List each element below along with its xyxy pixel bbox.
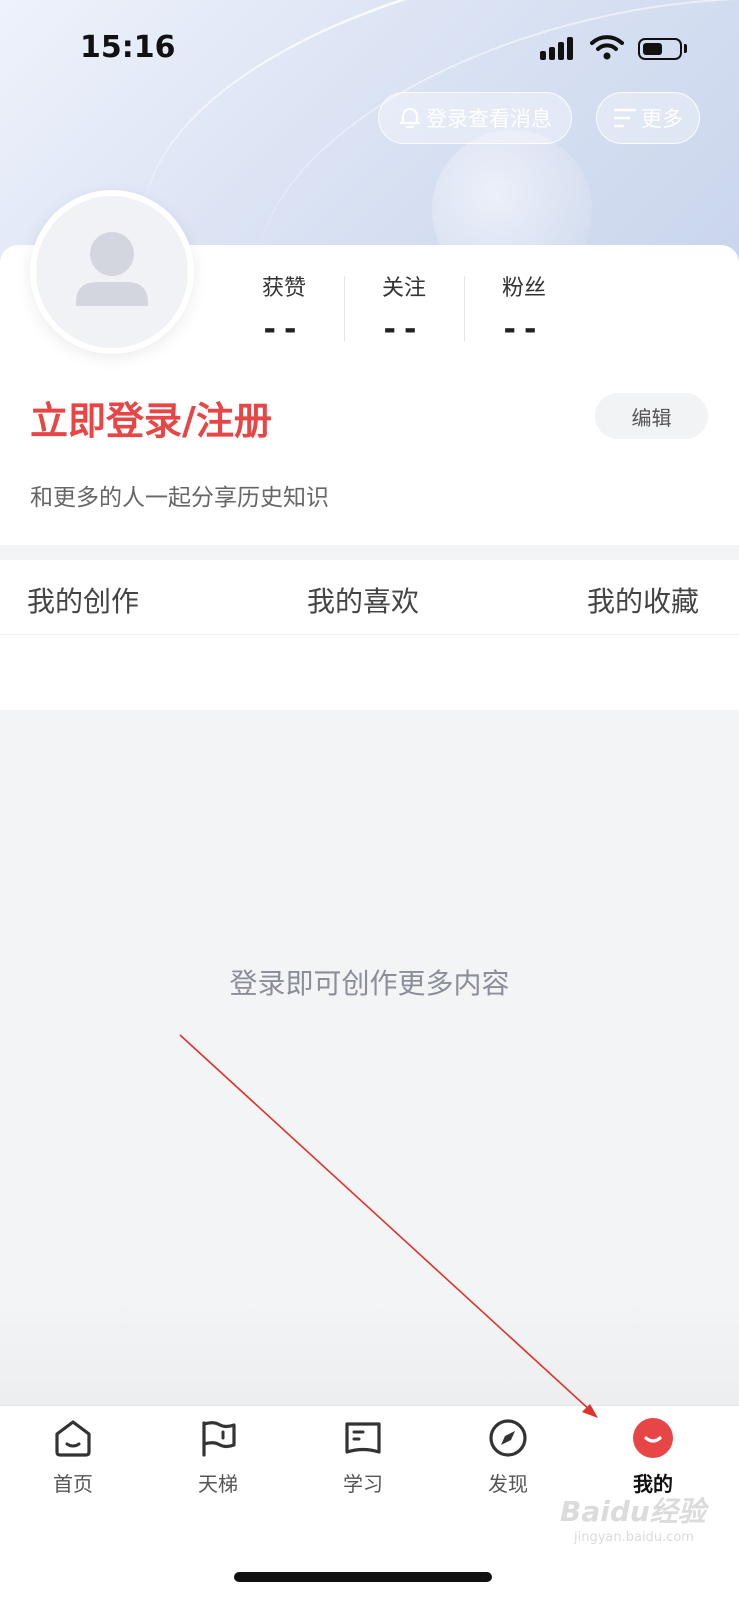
edit-button[interactable]: 编辑 [595, 393, 708, 439]
tab-my-likes[interactable]: 我的喜欢 [307, 580, 419, 620]
avatar[interactable] [30, 190, 194, 354]
bell-icon [399, 107, 421, 129]
login-messages-button[interactable]: 登录查看消息 [378, 92, 572, 144]
stat-label: 获赞 [261, 276, 306, 301]
content-area [0, 710, 739, 1405]
tab-label: 天梯 [198, 1472, 238, 1496]
stat-value: -- [263, 312, 305, 347]
profile-icon [633, 1418, 673, 1458]
status-time: 15:16 [80, 30, 176, 65]
tab-mine[interactable]: 我的 [608, 1416, 698, 1497]
more-button[interactable]: 更多 [596, 92, 700, 144]
empty-state-text: 登录即可创作更多内容 [229, 967, 510, 1000]
stat-likes[interactable]: 获赞 -- [224, 270, 344, 347]
home-indicator[interactable] [234, 1572, 492, 1582]
login-register-link[interactable]: 立即登录/注册 [30, 390, 272, 445]
stat-following[interactable]: 关注 -- [344, 270, 464, 347]
tab-home[interactable]: 首页 [28, 1416, 118, 1497]
watermark-brand: Baidu经验 [560, 1495, 706, 1528]
default-avatar-icon [76, 232, 148, 306]
tab-study[interactable]: 学习 [318, 1416, 408, 1497]
stat-value: -- [503, 312, 545, 347]
battery-icon [638, 38, 682, 60]
menu-icon [613, 108, 637, 128]
home-icon [55, 1420, 91, 1457]
cellular-signal-icon [540, 36, 576, 60]
tab-ladder[interactable]: 天梯 [173, 1416, 263, 1497]
tab-label: 首页 [53, 1472, 93, 1496]
more-label: 更多 [641, 107, 683, 131]
battery-tip [684, 44, 687, 53]
tab-my-favorites[interactable]: 我的收藏 [587, 580, 699, 620]
stat-fans[interactable]: 粉丝 -- [464, 270, 584, 347]
book-icon [345, 1422, 381, 1454]
compass-icon [489, 1419, 527, 1457]
watermark-logo: Baidu经验 jingyan.baidu.com [560, 1488, 710, 1558]
stat-value: -- [383, 312, 425, 347]
tab-discover[interactable]: 发现 [463, 1416, 553, 1497]
profile-subtitle: 和更多的人一起分享历史知识 [30, 485, 329, 511]
content-tabs: 我的创作 我的喜欢 我的收藏 [0, 560, 739, 710]
stat-label: 粉丝 [501, 276, 546, 301]
flag-icon [202, 1421, 236, 1457]
tab-label: 学习 [343, 1472, 383, 1496]
wifi-icon [590, 35, 624, 60]
tabs-divider [0, 634, 739, 635]
stat-label: 关注 [381, 276, 426, 301]
battery-level [643, 43, 662, 55]
watermark-url: jingyan.baidu.com [574, 1530, 694, 1545]
tab-my-creations[interactable]: 我的创作 [27, 580, 139, 620]
tab-label: 发现 [488, 1472, 528, 1496]
status-bar: 15:16 [0, 0, 739, 100]
login-messages-label: 登录查看消息 [426, 107, 552, 131]
